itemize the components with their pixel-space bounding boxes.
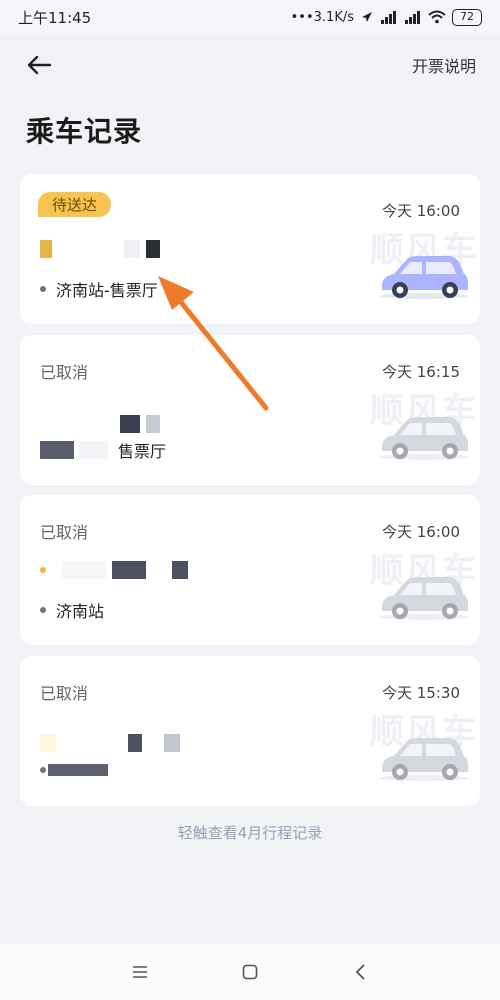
- redacted-block: [146, 415, 160, 433]
- signal-icon-2: [405, 11, 420, 24]
- home-button[interactable]: [236, 958, 264, 986]
- redacted-block: [152, 561, 166, 579]
- menu-icon: [133, 966, 147, 978]
- destination-dot-icon: [40, 607, 46, 613]
- ride-origin-redacted: [120, 415, 160, 433]
- redacted-block: [58, 240, 118, 258]
- battery-icon: 72: [452, 8, 482, 26]
- ride-origin-redacted: [40, 734, 180, 752]
- ride-time: 今天 16:00: [382, 523, 460, 541]
- network-speed: •••3.1K/s: [290, 9, 354, 25]
- ride-time: 今天 16:15: [382, 363, 460, 381]
- menu-button[interactable]: [126, 958, 154, 986]
- invoice-info-link[interactable]: 开票说明: [412, 53, 476, 77]
- origin-dot-icon: [40, 567, 46, 573]
- ride-origin-redacted: [40, 561, 188, 579]
- location-icon: [362, 12, 372, 22]
- ride-status: 已取消: [40, 523, 89, 542]
- redacted-block: [172, 561, 188, 579]
- ride-time: 今天 15:30: [382, 684, 460, 702]
- ride-destination: 济南站: [40, 598, 104, 622]
- car-icon: [380, 256, 468, 299]
- ride-status: 已取消: [40, 363, 89, 382]
- ride-card[interactable]: 待送达 今天 16:00 顺风车 济南站-售票厅: [20, 174, 480, 324]
- ride-destination-label: 济南站-售票厅: [56, 281, 158, 300]
- redacted-block: [120, 415, 140, 433]
- square-icon: [242, 964, 258, 980]
- redacted-block: [40, 441, 74, 459]
- ride-destination: 售票厅: [40, 438, 166, 462]
- car-icon: [380, 738, 468, 781]
- car-icon: [380, 417, 468, 460]
- redacted-block: [128, 734, 142, 752]
- redacted-block: [148, 734, 158, 752]
- ride-origin-redacted: [40, 240, 160, 258]
- system-back-button[interactable]: [346, 958, 374, 986]
- redacted-block: [164, 734, 180, 752]
- redacted-block: [40, 734, 56, 752]
- history-records-link[interactable]: 轻触查看4月行程记录: [0, 822, 500, 843]
- top-nav: 开票说明: [0, 40, 500, 90]
- ride-destination-label: 济南站: [56, 602, 105, 621]
- redacted-block: [40, 240, 52, 258]
- ride-card[interactable]: 已取消 今天 16:00 顺风车 济南站: [20, 495, 480, 645]
- ride-destination: [40, 764, 108, 776]
- redacted-block: [62, 561, 106, 579]
- ride-card[interactable]: 已取消 今天 15:30 顺风车: [20, 656, 480, 806]
- status-bar: 上午11:45 •••3.1K/s 72: [0, 0, 500, 34]
- wifi-icon: [428, 10, 446, 24]
- status-time: 上午11:45: [18, 8, 92, 27]
- signal-icon: [381, 11, 396, 24]
- car-icon: [380, 577, 468, 620]
- system-nav-bar: [0, 944, 500, 1000]
- redacted-block: [146, 240, 160, 258]
- redacted-block: [112, 561, 146, 579]
- ride-status-badge: 待送达: [38, 192, 112, 217]
- ride-card[interactable]: 已取消 今天 16:15 顺风车 售票厅: [20, 335, 480, 485]
- ride-destination-label: 售票厅: [118, 442, 167, 461]
- chevron-left-icon: [355, 964, 365, 980]
- page-title: 乘车记录: [26, 115, 143, 148]
- ride-status: 已取消: [40, 684, 89, 703]
- redacted-block: [62, 734, 122, 752]
- redacted-block: [48, 764, 108, 776]
- back-button[interactable]: [22, 48, 56, 82]
- ride-destination: 济南站-售票厅: [40, 277, 158, 301]
- status-icons: •••3.1K/s 72: [290, 8, 482, 26]
- destination-dot-icon: [40, 286, 46, 292]
- destination-dot-icon: [40, 767, 46, 773]
- ride-time: 今天 16:00: [382, 202, 460, 220]
- redacted-block: [124, 240, 140, 258]
- arrow-left-icon: [27, 55, 52, 75]
- redacted-block: [78, 441, 108, 459]
